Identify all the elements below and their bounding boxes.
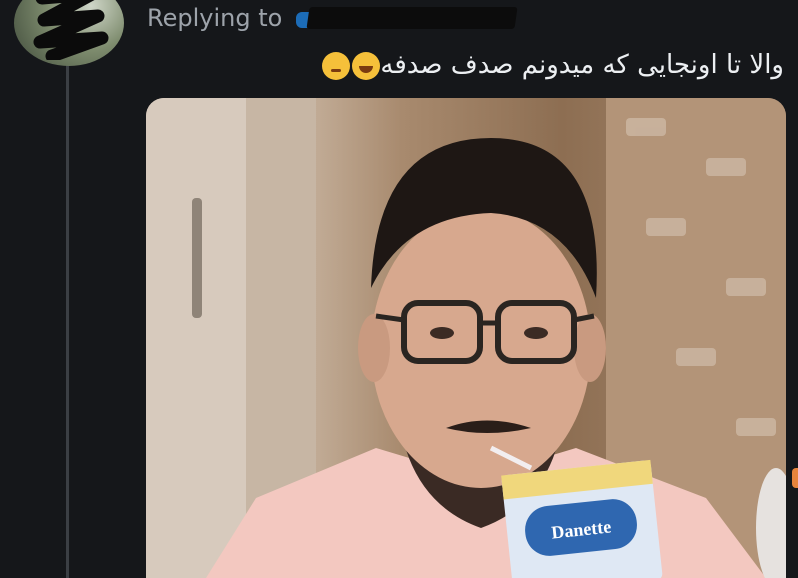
photo-illustration: Danette <box>146 98 786 578</box>
tweet-text: والا تا اونجایی که میدونم صدف صدفه <box>320 50 784 80</box>
laughing-emoji-icon <box>352 51 381 80</box>
replied-handle-redacted[interactable] <box>295 7 518 31</box>
thread-line <box>66 64 69 578</box>
tweet-text-body: والا تا اونجایی که میدونم صدف صدفه <box>380 50 784 80</box>
tweet-media-photo[interactable]: Danette <box>146 98 786 578</box>
replying-to-label: Replying to <box>147 4 283 32</box>
replying-to-line: Replying to <box>147 0 518 36</box>
edge-notification-dot <box>792 468 798 488</box>
avatar[interactable] <box>14 0 124 66</box>
redaction-scribble <box>33 0 109 60</box>
pensive-emoji-icon <box>322 51 351 80</box>
